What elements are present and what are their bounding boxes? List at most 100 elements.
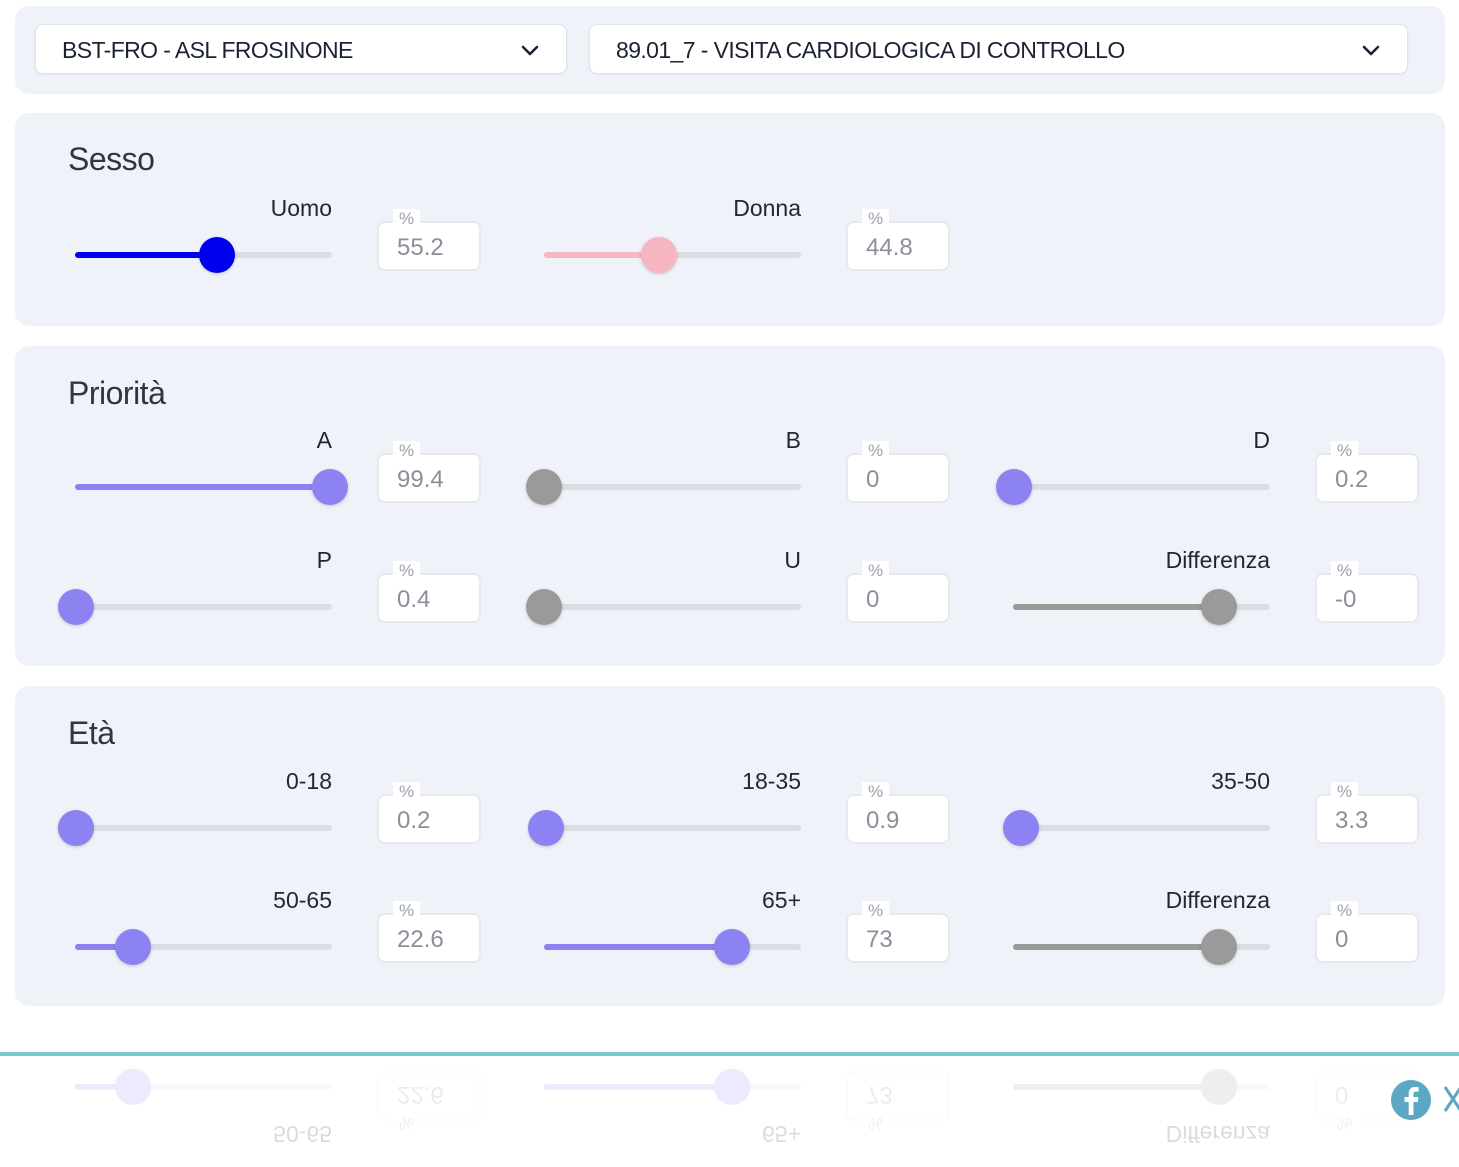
priorita-a-slider[interactable] (75, 469, 349, 505)
priorita-d-slider-track (1013, 484, 1270, 490)
eta-18-35-group: 18-35% 0.9 (528, 768, 954, 878)
eta-65-group: 65+% 73 (544, 887, 954, 997)
eta-differenza-slider-thumb[interactable] (1200, 929, 1237, 965)
reflection-65-slider-thumb[interactable] (713, 1069, 750, 1105)
eta-differenza-group: Differenza% 0 (1013, 887, 1423, 997)
priorita-u-slider[interactable] (526, 589, 801, 625)
eta-0-18-label: 0-18 (285, 768, 332, 794)
eta-65-slider-thumb[interactable] (713, 929, 750, 965)
eta-35-50-group: 35-50 % 3.3 (1003, 768, 1423, 878)
eta-18-35-percent-field[interactable]: % 0.9 (846, 782, 950, 844)
sesso-donna-slider-thumb[interactable] (641, 237, 678, 273)
priorita-differenza-group: Differenza% -0 (1013, 547, 1423, 657)
priorita-u-label: U (784, 547, 801, 573)
sesso-donna-slider[interactable] (544, 237, 801, 273)
priorita-u-percent-value: 0 (866, 586, 880, 613)
eta-50-65-percent-field[interactable]: % 22.6 (377, 901, 481, 963)
reflection-overlay: 50-65% 22.6 65+% 73 Differenza% 0 (15, 1010, 1445, 1167)
sesso-uomo-group: Uomo% 55.2 (75, 195, 485, 305)
eta-65-label: 65+ (761, 887, 801, 913)
reflection-differenza-slider-thumb[interactable] (1200, 1069, 1237, 1105)
eta-0-18-slider[interactable] (57, 810, 332, 846)
percent-symbol: % (393, 441, 421, 461)
eta-65-percent-value: 73 (866, 926, 893, 953)
eta-0-18-percent-value: 0.2 (397, 807, 431, 834)
reflection-65-slider[interactable] (544, 1069, 801, 1105)
priorita-b-label: B (785, 427, 801, 453)
facebook-icon[interactable] (1390, 1079, 1432, 1121)
priorita-p-label: P (316, 547, 332, 573)
eta-0-18-slider-thumb[interactable] (57, 810, 94, 846)
priorita-d-label: D (1253, 427, 1270, 453)
reflection-differenza-slider[interactable] (1013, 1069, 1270, 1105)
asl-select[interactable]: BST-FRO - ASL FROSINONE (35, 24, 567, 74)
eta-35-50-slider-thumb[interactable] (1003, 810, 1040, 846)
priorita-d-slider[interactable] (995, 469, 1270, 505)
eta-35-50-label: 35-50 (1211, 768, 1270, 794)
priorita-title: Priorità (68, 375, 166, 411)
percent-symbol: % (1331, 561, 1359, 581)
percent-symbol: % (862, 901, 890, 921)
reflection-50-65-percent-field[interactable]: % 22.6 (377, 1071, 481, 1133)
reflection-50-65-slider-thumb[interactable] (115, 1069, 152, 1105)
percent-symbol: % (862, 209, 890, 229)
sesso-uomo-slider[interactable] (75, 237, 332, 273)
priorita-d-slider-thumb[interactable] (995, 469, 1032, 505)
eta-18-35-slider-thumb[interactable] (528, 810, 565, 846)
eta-differenza-percent-field[interactable]: % 0 (1315, 901, 1419, 963)
reflection-65-percent-value: 73 (866, 1081, 893, 1108)
eta-65-slider[interactable] (544, 929, 801, 965)
reflection-65-percent-field[interactable]: % 73 (846, 1071, 950, 1133)
reflection-50-65-slider[interactable] (75, 1069, 332, 1105)
percent-symbol: % (1331, 1113, 1359, 1133)
eta-65-percent-field[interactable]: % 73 (846, 901, 950, 963)
reflection-65-slider-fill (544, 1084, 732, 1090)
priorita-differenza-slider-thumb[interactable] (1200, 589, 1237, 625)
priorita-b-percent-field[interactable]: % 0 (846, 441, 950, 503)
percent-symbol: % (393, 209, 421, 229)
sesso-donna-label: Donna (733, 195, 801, 221)
eta-50-65-slider-thumb[interactable] (115, 929, 152, 965)
priorita-a-group: A % 99.4 (75, 427, 485, 537)
priorita-a-percent-field[interactable]: % 99.4 (377, 441, 481, 503)
eta-0-18-percent-field[interactable]: % 0.2 (377, 782, 481, 844)
eta-0-18-group: 0-18 % 0.2 (57, 768, 485, 878)
priorita-d-group: D % 0.2 (995, 427, 1423, 537)
eta-35-50-percent-field[interactable]: % 3.3 (1315, 782, 1419, 844)
visita-select[interactable]: 89.01_7 - VISITA CARDIOLOGICA DI CONTROL… (589, 24, 1408, 74)
percent-symbol: % (862, 782, 890, 802)
priorita-u-slider-thumb[interactable] (526, 589, 562, 625)
percent-symbol: % (393, 561, 421, 581)
sesso-donna-percent-field[interactable]: % 44.8 (846, 209, 950, 271)
priorita-d-percent-field[interactable]: % 0.2 (1315, 441, 1419, 503)
x-twitter-icon[interactable] (1441, 1079, 1459, 1121)
priorita-b-slider[interactable] (526, 469, 801, 505)
eta-35-50-percent-value: 3.3 (1335, 807, 1369, 834)
reflection-differenza-slider-track (1013, 1084, 1270, 1090)
eta-50-65-slider[interactable] (75, 929, 332, 965)
priorita-a-slider-thumb[interactable] (312, 469, 349, 505)
priorita-a-label: A (316, 427, 332, 453)
priorita-p-slider-thumb[interactable] (58, 589, 95, 625)
priorita-u-group: U % 0 (526, 547, 954, 657)
priorita-d-percent-value: 0.2 (1335, 466, 1369, 493)
reflection-50-65-label: 50-65 (273, 1121, 332, 1147)
sesso-uomo-slider-thumb[interactable] (198, 237, 235, 273)
eta-panel: Età 0-18% 0.2 18-35% 0.9 35-50% 3.3 50-65% 22.6… (15, 686, 1445, 1006)
priorita-differenza-percent-field[interactable]: % -0 (1315, 561, 1419, 623)
eta-35-50-slider[interactable] (1003, 810, 1270, 846)
sesso-uomo-slider-fill (75, 252, 217, 258)
priorita-u-percent-field[interactable]: % 0 (846, 561, 950, 623)
percent-symbol: % (393, 1113, 421, 1133)
priorita-p-percent-field[interactable]: % 0.4 (377, 561, 481, 623)
eta-18-35-slider[interactable] (528, 810, 801, 846)
priorita-differenza-slider[interactable] (1013, 589, 1270, 625)
eta-differenza-slider[interactable] (1013, 929, 1270, 965)
chevron-down-icon (1362, 45, 1380, 56)
reflection-row: 50-65% 22.6 65+% 73 Differenza% 0 (15, 1010, 1445, 1167)
priorita-u-slider-track (544, 604, 801, 610)
priorita-b-slider-thumb[interactable] (526, 469, 562, 505)
chevron-down-icon (521, 45, 539, 56)
priorita-p-slider[interactable] (58, 589, 332, 625)
sesso-uomo-percent-field[interactable]: % 55.2 (377, 209, 481, 271)
